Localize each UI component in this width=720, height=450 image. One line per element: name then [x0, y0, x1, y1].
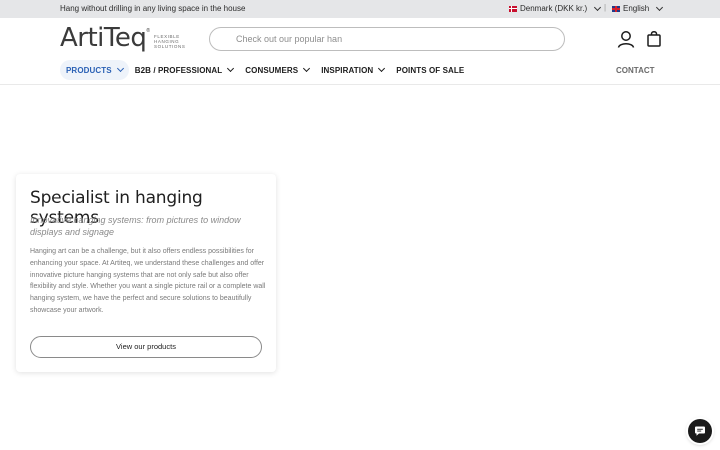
chevron-down-icon [227, 64, 235, 73]
nav-inspiration-label: INSPIRATION [321, 65, 374, 75]
language-label: English [623, 4, 650, 13]
chevron-down-icon [116, 64, 124, 73]
main-nav: PRODUCTS B2B / PROFESSIONAL CONSUMERS IN… [60, 60, 470, 80]
announcement-text: Hang without drilling in any living spac… [60, 4, 246, 13]
flag-denmark-icon [509, 5, 517, 12]
nav-consumers-label: CONSUMERS [245, 65, 299, 75]
chevron-down-icon [303, 64, 311, 73]
nav-products-label: PRODUCTS [66, 65, 112, 75]
chat-icon [695, 426, 705, 436]
user-icon[interactable] [617, 30, 635, 48]
nav-inspiration[interactable]: INSPIRATION [315, 60, 390, 80]
country-label: Denmark (DKK kr.) [520, 4, 588, 13]
language-selector[interactable]: English [612, 3, 664, 13]
logo-registered-mark: ® [146, 28, 151, 34]
logo-tagline: FLEXIBLE HANGING SOLUTIONS [154, 34, 186, 49]
nav-b2b-professional-label: B2B / PROFESSIONAL [134, 65, 223, 75]
announcement-bar: Hang without drilling in any living spac… [0, 0, 720, 18]
search-bar [209, 27, 565, 51]
hero-body-text: Hanging art can be a challenge, but it a… [30, 248, 266, 314]
nav-b2b-professional[interactable]: B2B / PROFESSIONAL [129, 60, 240, 80]
nav-contact[interactable]: CONTACT [616, 66, 655, 75]
chevron-down-icon [656, 3, 664, 11]
chevron-down-icon [378, 64, 386, 73]
chat-button[interactable] [688, 419, 712, 443]
view-products-button[interactable]: View our products [30, 336, 262, 358]
topbar-separator: | [604, 3, 607, 12]
country-selector[interactable]: Denmark (DKK kr.) [509, 3, 602, 13]
logo[interactable]: ArtiTeq ® FLEXIBLE HANGING SOLUTIONS [60, 25, 188, 51]
chevron-down-icon [594, 3, 602, 11]
site-header: ArtiTeq ® FLEXIBLE HANGING SOLUTIONS PRO… [0, 18, 720, 85]
flag-uk-icon [612, 5, 620, 12]
nav-points-of-sale-label: POINTS OF SALE [396, 65, 465, 75]
search-input[interactable] [236, 32, 536, 46]
logo-wordmark: ArtiTeq [60, 23, 147, 53]
nav-points-of-sale[interactable]: POINTS OF SALE [390, 60, 470, 80]
nav-products[interactable]: PRODUCTS [60, 60, 129, 80]
nav-consumers[interactable]: CONSUMERS [239, 60, 315, 80]
hero-card: Specialist in hanging systems Innovative… [16, 174, 276, 372]
hero-subtitle: Innovative hanging systems: from picture… [30, 215, 241, 237]
bag-icon[interactable] [647, 30, 661, 47]
